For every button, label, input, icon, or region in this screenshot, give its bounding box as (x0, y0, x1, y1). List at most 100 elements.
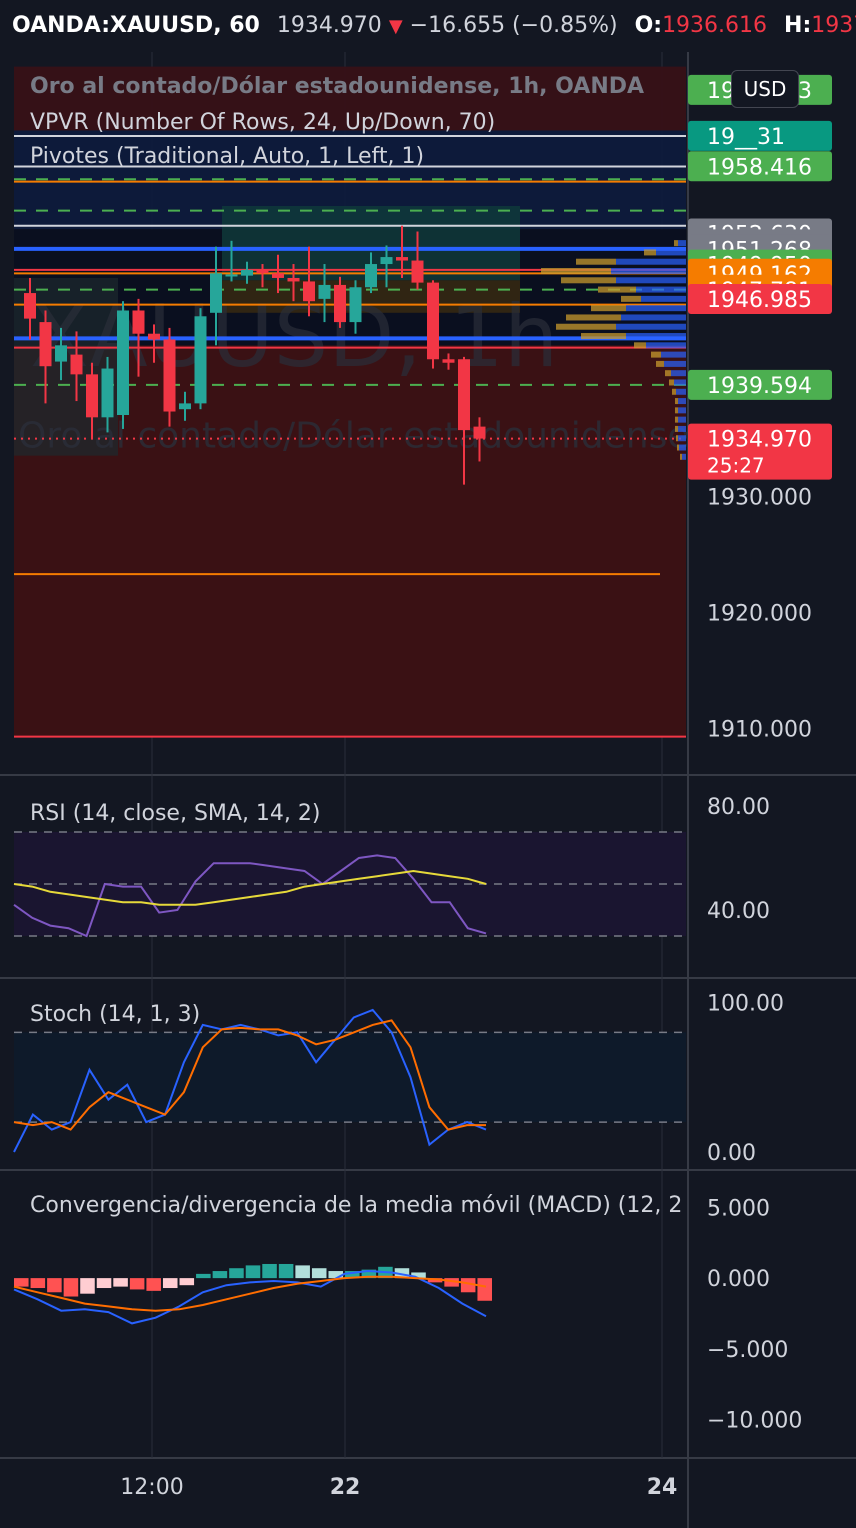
vpvr-down-bar (656, 249, 686, 256)
vpvr-down-bar (679, 444, 686, 451)
vpvr-up-bar (680, 453, 682, 460)
vpvr-down-bar (626, 305, 686, 312)
candle-body (55, 345, 67, 362)
vpvr-down-bar (678, 435, 686, 442)
vpvr-down-bar (616, 323, 686, 330)
countdown-timer: 25:27 (707, 454, 765, 478)
candle-body (86, 374, 98, 418)
macd-histogram-bar (179, 1278, 195, 1286)
candle-body (101, 368, 114, 418)
currency-button[interactable]: USD (731, 70, 799, 108)
candle-body (442, 359, 455, 363)
macd-histogram-bar (328, 1271, 344, 1279)
vpvr-up-bar (651, 351, 661, 358)
macd-axis-tick: 5.000 (707, 1196, 770, 1221)
macd-histogram-bar (162, 1278, 178, 1289)
time-axis-label: 12:00 (120, 1475, 183, 1500)
vpvr-up-bar (566, 314, 621, 321)
candle-body (303, 281, 315, 302)
vpvr-up-bar (675, 398, 678, 405)
macd-histogram-bar (63, 1278, 79, 1297)
vpvr-up-bar (676, 435, 678, 442)
candle-body (427, 282, 439, 360)
vpvr-down-bar (664, 360, 686, 367)
vpvr-down-bar (678, 407, 686, 414)
pivots-legend[interactable]: Pivotes (Traditional, Auto, 1, Left, 1) (30, 144, 424, 169)
candle-body (365, 264, 377, 288)
vpvr-up-bar (665, 370, 671, 377)
candle-body (287, 277, 300, 282)
macd-histogram-bar (146, 1278, 161, 1291)
macd-histogram-bar (14, 1278, 29, 1287)
symbol-name[interactable]: OANDA:XAUUSD, 60 (12, 13, 260, 38)
candle-body (163, 339, 176, 412)
vpvr-up-bar (677, 444, 679, 451)
chart-canvas[interactable]: XAUUSD, 1hOro al contado/Dólar estadouni… (0, 52, 856, 1528)
rsi-axis-tick: 80.00 (707, 795, 770, 820)
price-label-text: 1958.416 (707, 155, 812, 180)
time-axis-label: 24 (647, 1475, 678, 1500)
price-axis-tick: 1920.000 (707, 601, 812, 626)
high-label: H: (784, 13, 812, 38)
vpvr-up-bar (598, 286, 636, 293)
vpvr-up-bar (561, 277, 616, 284)
vpvr-up-bar (675, 407, 678, 414)
candle-body (70, 354, 83, 375)
vpvr-up-bar (644, 249, 656, 256)
macd-histogram-bar (96, 1278, 112, 1289)
candle-body (318, 284, 331, 299)
price-label-text: 19__31 (707, 125, 785, 150)
candle-body (272, 273, 284, 278)
vpvr-legend[interactable]: VPVR (Number Of Rows, 24, Up/Down, 70) (30, 110, 495, 135)
macd-axis-tick: 0.000 (707, 1267, 770, 1292)
stoch-axis-tick: 100.00 (707, 991, 784, 1016)
candle-body (24, 293, 36, 319)
vpvr-up-bar (672, 388, 676, 395)
vpvr-up-bar (576, 258, 616, 265)
vpvr-up-bar (581, 333, 626, 340)
macd-histogram-bar (30, 1278, 46, 1289)
vpvr-down-bar (671, 370, 686, 377)
rsi-axis-tick: 40.00 (707, 899, 770, 924)
symbol-header[interactable]: OANDA:XAUUSD, 60 1934.970 ▼ −16.655 (−0.… (0, 0, 856, 52)
vpvr-down-bar (616, 258, 686, 265)
candle-body (225, 274, 238, 277)
high-value: 1937.6 (811, 13, 856, 38)
vpvr-up-bar (675, 425, 678, 432)
stoch-band (14, 1032, 686, 1123)
vpvr-down-bar (621, 314, 686, 321)
main-chart-title[interactable]: Oro al contado/Dólar estadounidense, 1h,… (30, 74, 644, 99)
candle-body (179, 403, 191, 410)
last-price: 1934.970 (276, 13, 382, 38)
price-label-text: 1934.970 (707, 428, 812, 453)
vpvr-down-bar (678, 425, 686, 432)
price-label-text: 1939.594 (707, 374, 812, 399)
macd-axis-tick: −10.000 (707, 1409, 802, 1434)
macd-histogram-bar (311, 1268, 327, 1279)
down-triangle-icon: ▼ (388, 16, 403, 37)
candle-body (458, 359, 470, 431)
vpvr-down-bar (678, 240, 686, 247)
vpvr-up-bar (556, 323, 616, 330)
watermark-subtitle: Oro al contado/Dólar estadounidense (18, 416, 690, 457)
macd-histogram-bar (477, 1278, 492, 1301)
vpvr-up-bar (591, 305, 626, 312)
vpvr-up-bar (675, 416, 678, 423)
vpvr-up-bar (634, 342, 646, 349)
candle-body (117, 310, 129, 415)
vpvr-down-bar (641, 295, 686, 302)
candle-body (473, 426, 486, 439)
macd-histogram-bar (80, 1278, 95, 1294)
vpvr-down-bar (674, 379, 686, 386)
vpvr-down-bar (636, 286, 686, 293)
vpvr-up-bar (621, 295, 641, 302)
macd-histogram-bar (113, 1278, 128, 1287)
macd-histogram-bar (129, 1278, 145, 1290)
vpvr-down-bar (678, 416, 686, 423)
macd-histogram-bar (229, 1268, 244, 1279)
macd-axis-tick: −5.000 (707, 1338, 788, 1363)
vpvr-up-bar (669, 379, 674, 386)
vpvr-down-bar (678, 398, 686, 405)
candle-body (210, 273, 222, 313)
macd-legend: Convergencia/divergencia de la media móv… (30, 1193, 682, 1218)
